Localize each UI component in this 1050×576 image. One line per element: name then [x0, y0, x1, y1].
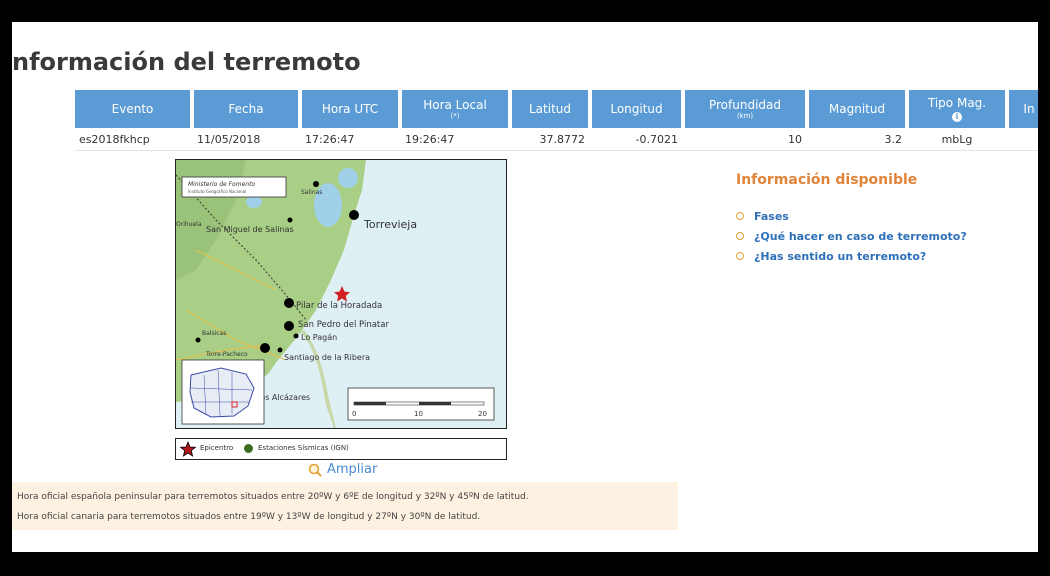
zoom-link[interactable]: Ampliar	[308, 462, 377, 477]
cell-hora-local: 19:26:47	[405, 133, 455, 146]
info-title: Información disponible	[736, 172, 918, 188]
header-intensidad[interactable]: In	[1009, 90, 1038, 128]
station-dot-icon	[244, 444, 253, 453]
scale-label-20: 20	[478, 410, 487, 418]
page-title: nformación del terremoto	[12, 48, 361, 76]
scale-bar-segment-2	[419, 402, 451, 405]
row-divider	[75, 150, 1038, 151]
cell-fecha: 11/05/2018	[197, 133, 261, 146]
lagoon-small	[246, 196, 262, 208]
header-longitud[interactable]: Longitud	[592, 90, 681, 128]
link-que-hacer[interactable]: ¿Qué hacer en caso de terremoto?	[736, 226, 967, 246]
label-san-miguel: San Miguel de Salinas	[206, 225, 294, 234]
link-fases[interactable]: Fases	[736, 206, 967, 226]
map-legend: Epicentro Estaciones Sísmicas (IGN)	[175, 438, 507, 460]
header-magnitud[interactable]: Magnitud	[809, 90, 905, 128]
town-dot-pilar	[284, 298, 294, 308]
cell-profundidad: 10	[788, 133, 802, 146]
header-fecha[interactable]: Fecha	[194, 90, 298, 128]
note-peninsular: Hora oficial española peninsular para te…	[17, 492, 529, 502]
browser-viewport: nformación del terremoto Evento Fecha Ho…	[12, 22, 1038, 552]
label-san-pedro: San Pedro del Pinatar	[298, 320, 389, 330]
scale-label-10: 10	[414, 410, 423, 418]
label-torrevieja: Torrevieja	[363, 218, 417, 231]
link-has-sentido[interactable]: ¿Has sentido un terremoto?	[736, 246, 967, 266]
label-pilar: Pilar de la Horadada	[296, 301, 382, 311]
cell-longitud: -0.7021	[635, 133, 678, 146]
cell-tipo-mag: mbLg	[941, 133, 973, 146]
bullet-icon	[736, 232, 744, 240]
attribution-ministerio: Ministerio de Fomento	[188, 181, 255, 188]
label-orihuela: Orihuela	[176, 221, 202, 228]
zoom-magnifier-icon	[308, 463, 322, 477]
note-canaria: Hora oficial canaria para terremotos sit…	[17, 512, 481, 522]
cell-magnitud: 3.2	[884, 133, 903, 146]
cell-latitud: 37.8772	[539, 133, 586, 146]
town-dot-san-miguel	[287, 217, 293, 223]
town-dot-santiago-2	[277, 347, 283, 353]
star-icon	[180, 441, 196, 457]
time-note-box: Hora oficial española peninsular para te…	[12, 482, 678, 530]
town-dot-balsicas	[195, 337, 201, 343]
legend-stations: Estaciones Sísmicas (IGN)	[258, 444, 349, 452]
header-latitud[interactable]: Latitud	[512, 90, 588, 128]
town-dot-san-pedro	[284, 321, 294, 331]
bullet-icon	[736, 252, 744, 260]
scale-label-0: 0	[352, 410, 356, 418]
town-dot-lo-pagan	[293, 333, 299, 339]
scale-bar-segment	[354, 402, 386, 405]
header-profundidad-unit: (km)	[736, 112, 754, 120]
town-dot-guardamar	[313, 181, 319, 187]
bullet-icon	[736, 212, 744, 220]
header-hora-local[interactable]: Hora Local (*)	[402, 90, 508, 128]
header-hora-local-note: (*)	[450, 112, 460, 120]
header-evento[interactable]: Evento	[75, 90, 190, 128]
attribution-ign: Instituto Geográfico Nacional	[188, 189, 246, 194]
legend-epicenter: Epicentro	[200, 444, 234, 452]
info-icon[interactable]: i	[952, 111, 962, 122]
epicenter-map[interactable]: Ministerio de Fomento Instituto Geográfi…	[175, 159, 507, 429]
header-hora-utc[interactable]: Hora UTC	[302, 90, 398, 128]
zoom-label: Ampliar	[327, 462, 378, 477]
info-links: Fases ¿Qué hacer en caso de terremoto? ¿…	[736, 206, 967, 266]
label-torre-pacheco: Torre-Pacheco	[205, 351, 248, 358]
label-lo-pagan: Lo Pagán	[301, 333, 337, 342]
label-balsicas: Balsicas	[202, 330, 226, 337]
cell-hora-utc: 17:26:47	[305, 133, 355, 146]
lagoon-mata	[338, 168, 358, 188]
cell-evento[interactable]: es2018fkhcp	[79, 132, 150, 148]
header-tipo-mag[interactable]: Tipo Mag. i	[909, 90, 1005, 128]
label-santiago: Santiago de la Ribera	[284, 353, 370, 362]
header-profundidad[interactable]: Profundidad (km)	[685, 90, 805, 128]
label-salinas: Salinas	[301, 189, 322, 196]
town-dot-torrevieja	[349, 210, 359, 220]
town-dot-santiago	[260, 343, 270, 353]
